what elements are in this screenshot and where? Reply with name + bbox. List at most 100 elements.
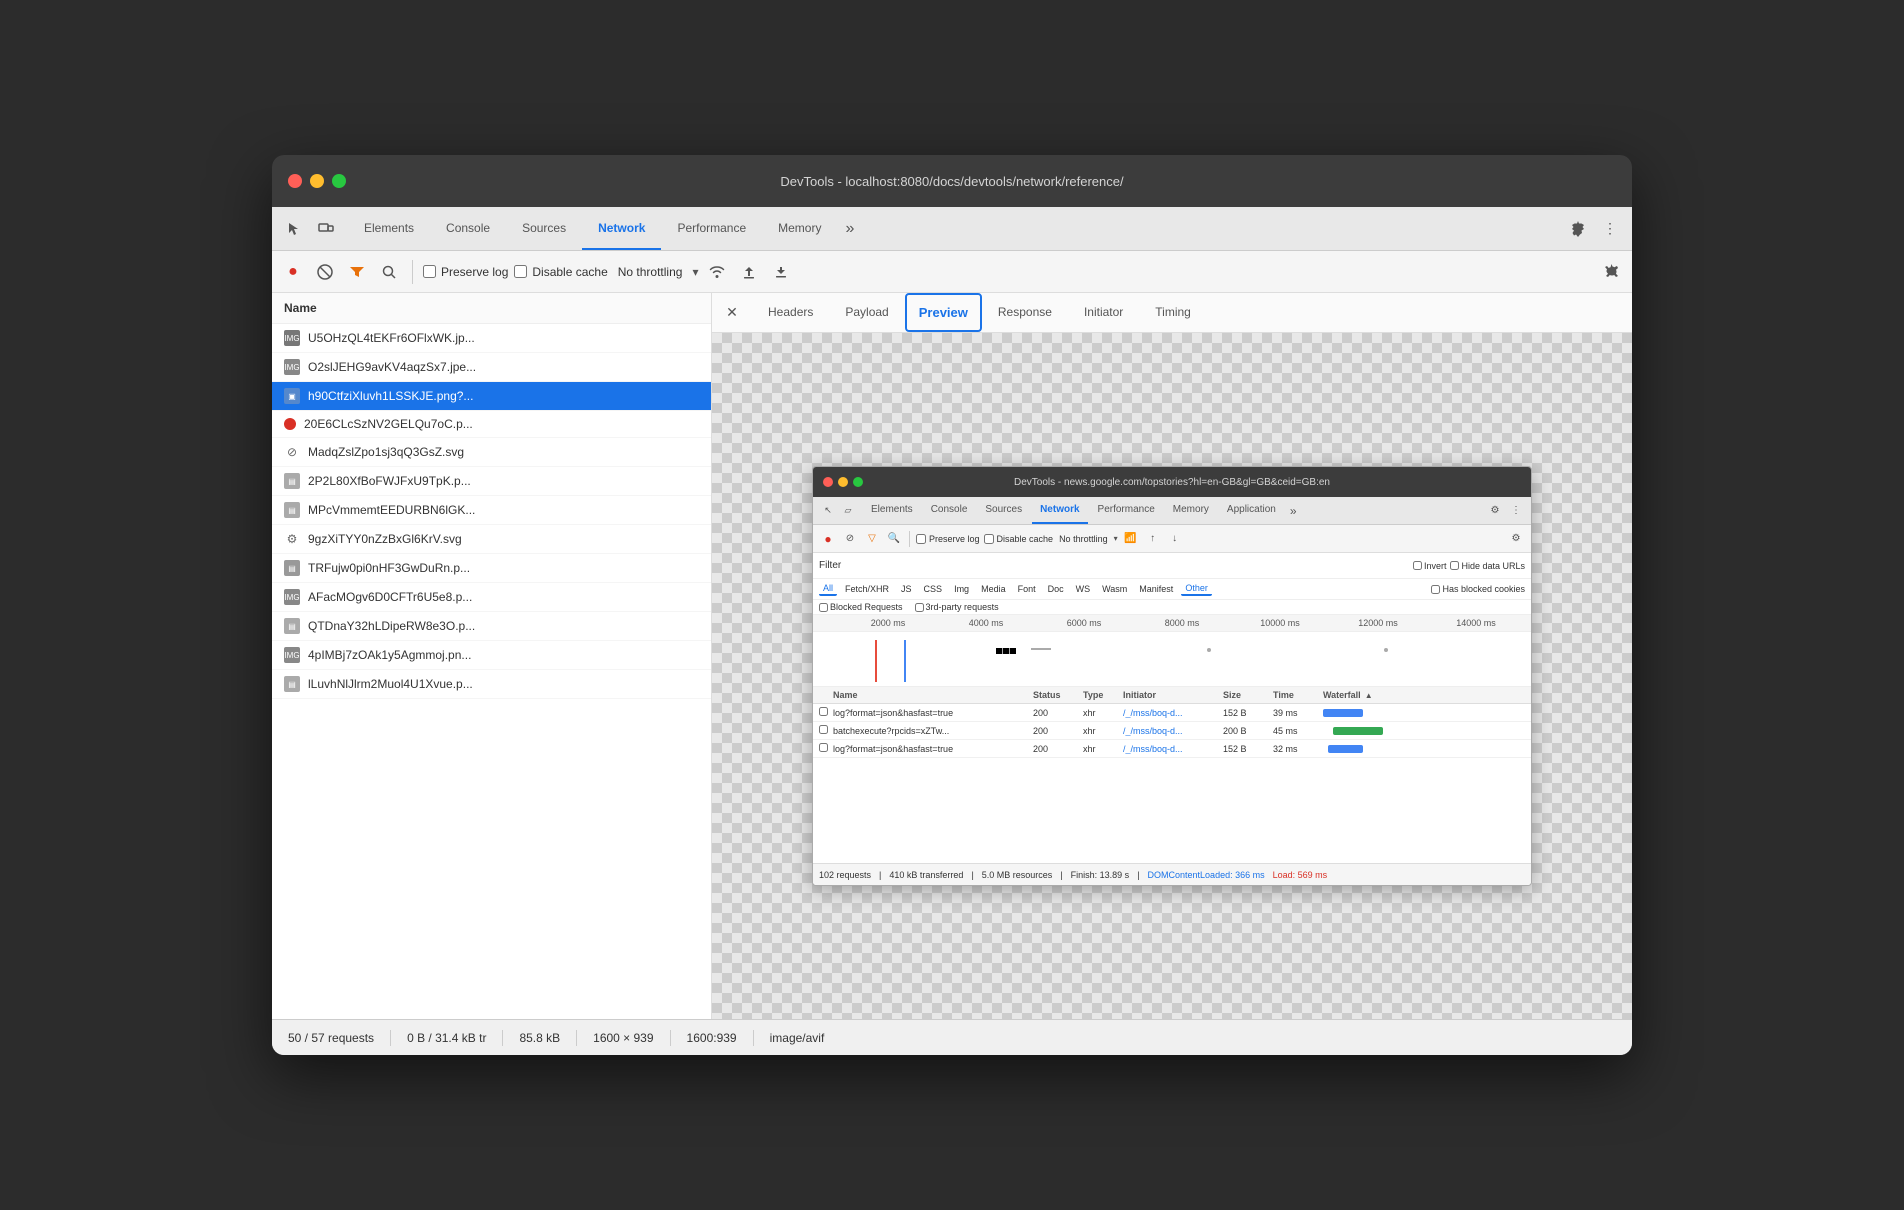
inner-filter-bar: Filter Invert Hide data URLs (813, 553, 1531, 579)
search-button[interactable] (376, 259, 402, 285)
devtools-window: DevTools - localhost:8080/docs/devtools/… (272, 155, 1632, 1055)
list-item[interactable]: ▤ QTDnaY32hLDipeRW8e3O.p... (272, 612, 711, 641)
inner-chip-manifest: Manifest (1135, 583, 1177, 595)
tab-network[interactable]: Network (582, 207, 661, 250)
list-item[interactable]: ▤ lLuvhNlJlrm2Muol4U1Xvue.p... (272, 670, 711, 699)
inner-network-settings: ⚙ (1507, 530, 1525, 548)
tab-response[interactable]: Response (982, 293, 1068, 332)
file-icon-img2: ▤ (284, 560, 300, 576)
list-item[interactable]: ⚙ 9gzXiTYY0nZzBxGl6KrV.svg (272, 525, 711, 554)
timeline-dot2 (1384, 648, 1388, 652)
inner-devtools-window: DevTools - news.google.com/topstories?hl… (812, 466, 1532, 886)
tab-initiator[interactable]: Initiator (1068, 293, 1139, 332)
inner-right-icons: ⚙ ⋮ (1486, 502, 1525, 520)
tab-sources[interactable]: Sources (506, 207, 582, 250)
tab-console[interactable]: Console (430, 207, 506, 250)
inner-tabs-bar: ↖ ▱ Elements Console Sources Network Per… (813, 497, 1531, 525)
inner-blocked-requests: Blocked Requests (819, 602, 903, 612)
inner-inspect-icon: ↖ (819, 502, 837, 520)
preserve-log-checkbox[interactable] (423, 265, 436, 278)
file-icon-blocked: ⊘ (284, 444, 300, 460)
timeline-blue-line (904, 640, 906, 682)
inner-tab-performance: Performance (1090, 497, 1163, 524)
inner-chip-css: CSS (920, 583, 947, 595)
file-list: IMG U5OHzQL4tEKFr6OFlxWK.jp... IMG O2slJ… (272, 324, 711, 1019)
file-icon-img4: IMG (284, 647, 300, 663)
inspect-icon[interactable] (280, 215, 308, 243)
tab-performance[interactable]: Performance (661, 207, 762, 250)
waterfall-bar-2 (1333, 727, 1383, 735)
more-tabs-button[interactable]: » (837, 207, 862, 250)
tab-preview[interactable]: Preview (905, 293, 982, 332)
file-list-panel: Name IMG U5OHzQL4tEKFr6OFlxWK.jp... IMG … (272, 293, 712, 1019)
list-item[interactable]: IMG U5OHzQL4tEKFr6OFlxWK.jp... (272, 324, 711, 353)
list-item-selected[interactable]: ▣ h90CtfziXluvh1LSSKJE.png?... (272, 382, 711, 411)
inner-more-icon: ⋮ (1507, 502, 1525, 520)
list-item[interactable]: ⊘ MadqZslZpo1sj3qQ3GsZ.svg (272, 438, 711, 467)
file-icon-img: IMG (284, 359, 300, 375)
disable-cache-label[interactable]: Disable cache (514, 265, 607, 279)
timeline-red-line (875, 640, 877, 682)
network-settings-icon[interactable] (1598, 259, 1624, 285)
clear-button[interactable] (312, 259, 338, 285)
inner-type-chips: All Fetch/XHR JS CSS Img Media Font Doc … (813, 579, 1531, 600)
settings-icon[interactable] (1564, 215, 1592, 243)
tabs-right-actions: ⋮ (1564, 215, 1624, 243)
record-button[interactable]: ● (280, 259, 306, 285)
filter-button[interactable] (344, 259, 370, 285)
close-preview-button[interactable]: ✕ (720, 301, 744, 325)
preview-tabs-bar: ✕ Headers Payload Preview Response Initi… (712, 293, 1632, 333)
list-item[interactable]: 20E6CLcSzNV2GELQu7oC.p... (272, 411, 711, 438)
list-item[interactable]: ▤ 2P2L80XfBoFWJFxU9TpK.p... (272, 467, 711, 496)
maximize-button[interactable] (332, 174, 346, 188)
inner-table-header: Name Status Type Initiator Size Time Wat… (813, 687, 1531, 704)
disable-cache-checkbox[interactable] (514, 265, 527, 278)
waterfall-bar-3 (1328, 745, 1363, 753)
timeline-dot1 (1207, 648, 1211, 652)
tab-headers[interactable]: Headers (752, 293, 829, 332)
inner-device-icon: ▱ (839, 502, 857, 520)
list-item[interactable]: ▤ MPcVmmemtEEDURBN6lGK... (272, 496, 711, 525)
inner-blocked-cookies: Has blocked cookies (1431, 584, 1525, 594)
file-icon-gray4: ▤ (284, 676, 300, 692)
inner-chip-ws: WS (1072, 583, 1095, 595)
inner-filter-btn: ▽ (863, 530, 881, 548)
status-sep3 (576, 1030, 577, 1046)
inner-invert: Invert (1413, 561, 1447, 571)
throttle-dropdown[interactable]: No throttling (614, 265, 687, 279)
main-tabs: Elements Console Sources Network Perform… (348, 207, 862, 250)
list-item[interactable]: ▤ TRFujw0pi0nHF3GwDuRn.p... (272, 554, 711, 583)
list-item[interactable]: IMG O2slJEHG9avKV4aqzSx7.jpe... (272, 353, 711, 382)
timeline-tick-container (813, 632, 1531, 686)
file-icon-blue: ▣ (284, 388, 300, 404)
status-bar: 50 / 57 requests 0 B / 31.4 kB tr 85.8 k… (272, 1019, 1632, 1055)
status-requests: 50 / 57 requests (288, 1031, 374, 1045)
inner-download-icon: ↓ (1166, 530, 1184, 548)
preview-panel: ✕ Headers Payload Preview Response Initi… (712, 293, 1632, 1019)
upload-icon[interactable] (736, 259, 762, 285)
device-toggle-icon[interactable] (312, 215, 340, 243)
inner-chip-js: JS (897, 583, 916, 595)
list-item[interactable]: IMG AFacMOgv6D0CFTr6U5e8.p... (272, 583, 711, 612)
inner-footer-sep2: | (971, 870, 973, 880)
inner-footer: 102 requests | 410 kB transferred | 5.0 … (813, 863, 1531, 885)
list-item[interactable]: IMG 4pIMBj7zOAk1y5Agmmoj.pn... (272, 641, 711, 670)
more-options-icon[interactable]: ⋮ (1596, 215, 1624, 243)
inner-footer-sep3: | (1060, 870, 1062, 880)
inner-preserve-log: Preserve log (916, 534, 980, 544)
minimize-button[interactable] (310, 174, 324, 188)
status-size: 85.8 kB (519, 1031, 560, 1045)
inner-hide-urls: Hide data URLs (1450, 561, 1525, 571)
tab-memory[interactable]: Memory (762, 207, 837, 250)
tab-payload[interactable]: Payload (829, 293, 904, 332)
inner-chip-font: Font (1014, 583, 1040, 595)
close-button[interactable] (288, 174, 302, 188)
status-sep1 (390, 1030, 391, 1046)
file-icon-gray2: ▤ (284, 502, 300, 518)
wifi-icon[interactable] (704, 259, 730, 285)
file-icon-img: IMG (284, 330, 300, 346)
download-icon[interactable] (768, 259, 794, 285)
tab-elements[interactable]: Elements (348, 207, 430, 250)
preserve-log-label[interactable]: Preserve log (423, 265, 508, 279)
tab-timing[interactable]: Timing (1139, 293, 1207, 332)
